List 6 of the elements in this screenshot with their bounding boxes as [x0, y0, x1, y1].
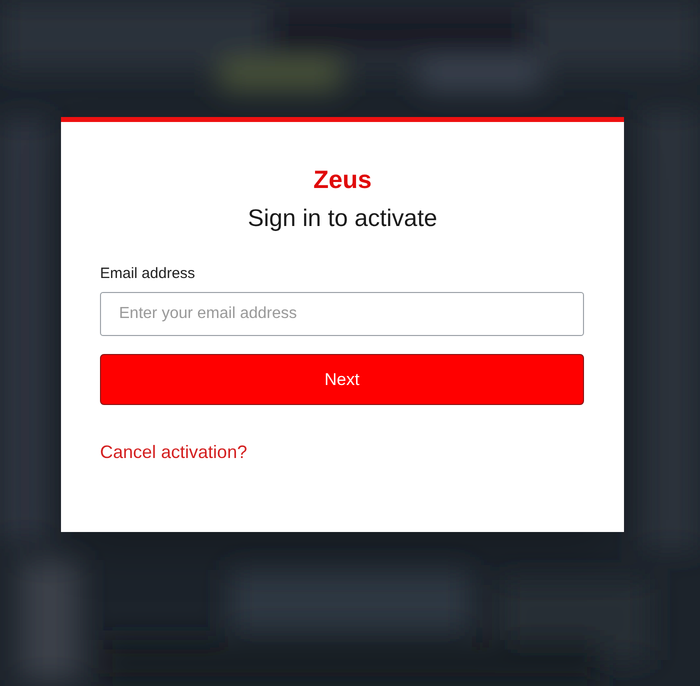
- brand-logo: Zeus: [313, 165, 372, 195]
- dialog-title: Sign in to activate: [248, 204, 438, 234]
- field-label: Email address: [100, 264, 196, 284]
- next-button[interactable]: Next: [100, 354, 584, 405]
- cancel-link[interactable]: Cancel activation?: [100, 440, 248, 464]
- email-field[interactable]: Enter your email address: [100, 292, 584, 336]
